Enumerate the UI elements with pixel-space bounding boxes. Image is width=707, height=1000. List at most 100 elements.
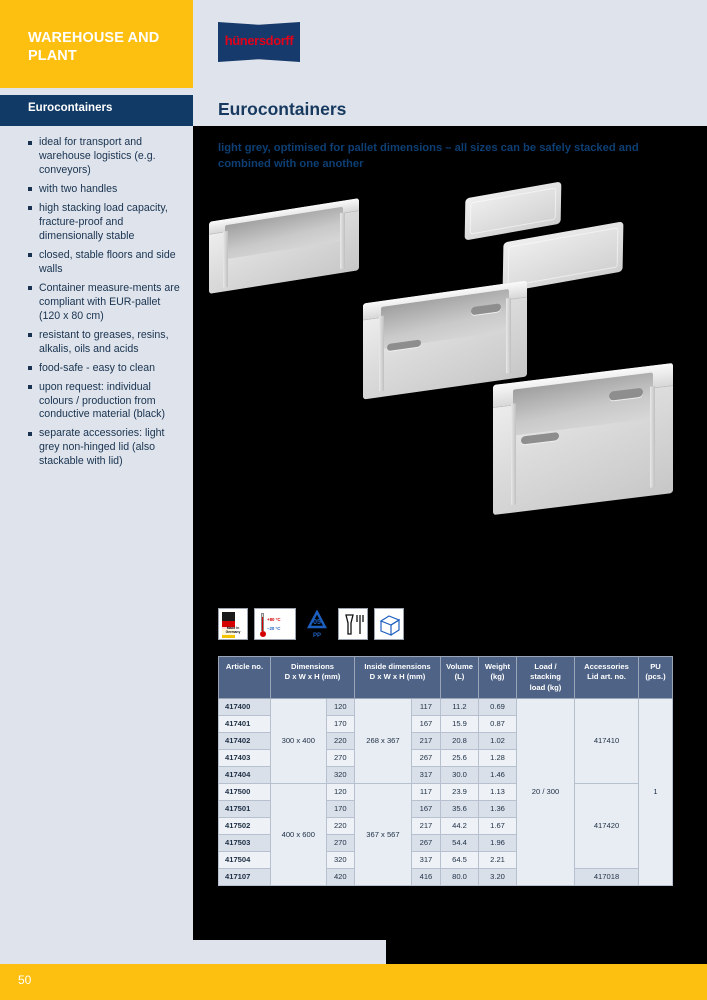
made-in-germany-label: Made in Germany [221,626,245,635]
cell-weight: 2.21 [478,850,517,869]
cell-inside-height: 416 [410,867,442,886]
glass-and-fork-icon [345,614,364,635]
table-row[interactable]: 417500 400 x 600 120 367 x 567 117 23.9 … [218,782,673,886]
footer-bar: 50 [0,964,707,1000]
cell-volume: 80.0 [440,867,479,886]
col-sublabel: (pcs.) [645,672,666,682]
cell-height: 170 [325,799,356,818]
cell-inside-height: 167 [410,799,442,818]
col-label: Article no. [225,662,264,671]
made-in-germany-icon: Made in Germany [218,608,248,640]
cell-height: 420 [325,867,356,886]
cell-inside-height: 317 [410,765,442,784]
product-showcase: light grey, optimised for pallet dimensi… [193,126,707,940]
cell-article-no: 417504 [218,850,271,869]
dimensions-icon [374,608,404,640]
cell-footprint: 300 x 400 [270,697,327,784]
col-inside-dimensions: Inside dimensions D x W x H (mm) [354,656,441,699]
col-label: Inside dimensions [364,662,431,671]
col-sublabel: Lid art. no. [587,672,626,682]
col-weight: Weight (kg) [478,656,517,699]
col-label: Dimensions [290,662,335,671]
page-number: 50 [18,973,32,987]
cell-pu: 1 [638,697,673,886]
box-dimensions-icon [379,615,401,636]
col-sublabel: D x W x H (mm) [284,672,341,682]
cell-height: 320 [325,765,356,784]
cell-article-no: 417500 [218,782,271,801]
cell-volume: 54.4 [440,833,479,852]
cell-inside-height: 267 [410,748,442,767]
list-item: Container measure-ments are compliant wi… [28,282,180,324]
recycling-pp-icon: 05 PP [302,608,332,640]
feature-list: ideal for transport and warehouse logist… [28,136,180,474]
crate-rib [379,315,384,392]
sidebar-nav-label: Eurocontainers [28,102,113,114]
product-image-stage [193,174,707,664]
category-band: WAREHOUSE AND PLANT [0,0,193,88]
cell-inside-height: 167 [410,714,442,733]
cell-article-no: 417107 [218,867,271,886]
crate-rib [511,403,516,506]
cell-weight: 0.69 [478,697,517,716]
list-item: closed, stable floors and side walls [28,249,180,277]
cell-footprint: 400 x 600 [270,782,327,886]
cell-article-no: 417401 [218,714,271,733]
cell-volume: 25.6 [440,748,479,767]
col-dimensions: Dimensions D x W x H (mm) [270,656,355,699]
showcase-headline: light grey, optimised for pallet dimensi… [218,142,639,171]
cell-volume: 30.0 [440,765,479,784]
cell-weight: 1.36 [478,799,517,818]
crate-rib [223,230,228,288]
table-row[interactable]: 417400 300 x 400 120 268 x 367 117 11.2 … [218,697,673,886]
temperature-range-icon: +80 °C –20 °C [254,608,296,640]
page-title: Eurocontainers [218,99,347,119]
main-content: hünersdorff Eurocontainers light grey, o… [193,0,707,1000]
cell-article-no: 417400 [218,697,271,716]
table-body: 417400 300 x 400 120 268 x 367 117 11.2 … [218,697,673,886]
recycling-triangle-icon: 05 [307,610,327,629]
col-article-no: Article no. [218,656,271,699]
product-image-lid-small [464,181,562,241]
cell-height: 270 [325,833,356,852]
col-accessories-lid: Accessories Lid art. no. [574,656,639,699]
cell-weight: 1.46 [478,765,517,784]
cell-inside-dw: 367 x 567 [354,782,412,886]
cell-weight: 1.02 [478,731,517,750]
crate-rib [340,211,345,269]
cell-article-no: 417503 [218,833,271,852]
cell-inside-dw: 268 x 367 [354,697,412,784]
cell-inside-height: 117 [410,782,442,801]
cell-weight: 1.96 [478,833,517,852]
col-label: Weight [484,662,511,671]
cell-weight: 1.28 [478,748,517,767]
cell-inside-height: 117 [410,697,442,716]
food-safe-icon [338,608,368,640]
cell-article-no: 417502 [218,816,271,835]
col-sublabel: stacking [530,672,561,682]
cell-volume: 44.2 [440,816,479,835]
cell-article-no: 417404 [218,765,271,784]
cell-height: 220 [325,731,356,750]
cell-weight: 3.20 [478,867,517,886]
logo-wordmark: hünersdorff [224,33,294,48]
list-item: high stacking load capacity, fracture-pr… [28,202,180,244]
cell-height: 120 [325,782,356,801]
cell-lid-art-no: 417018 [574,867,639,886]
col-sublabel: (L) [454,672,465,682]
cell-volume: 15.9 [440,714,479,733]
col-pu: PU (pcs.) [638,656,673,699]
col-label: PU [650,662,661,671]
product-image-crate-medium [363,280,527,400]
cell-inside-height: 267 [410,833,442,852]
sidebar-nav-eurocontainers[interactable]: Eurocontainers [0,95,193,126]
thermometer-icon [259,613,266,637]
col-load-stacking: Load / stacking load (kg) [516,656,575,699]
sidebar: WAREHOUSE AND PLANT Eurocontainers ideal… [0,0,193,1000]
category-title: WAREHOUSE AND PLANT [28,30,160,65]
cell-volume: 35.6 [440,799,479,818]
list-item: food-safe - easy to clean [28,362,180,376]
catalog-page: WAREHOUSE AND PLANT Eurocontainers ideal… [0,0,707,1000]
table-header: Article no. Dimensions D x W x H (mm) In… [218,656,673,699]
cell-volume: 20.8 [440,731,479,750]
